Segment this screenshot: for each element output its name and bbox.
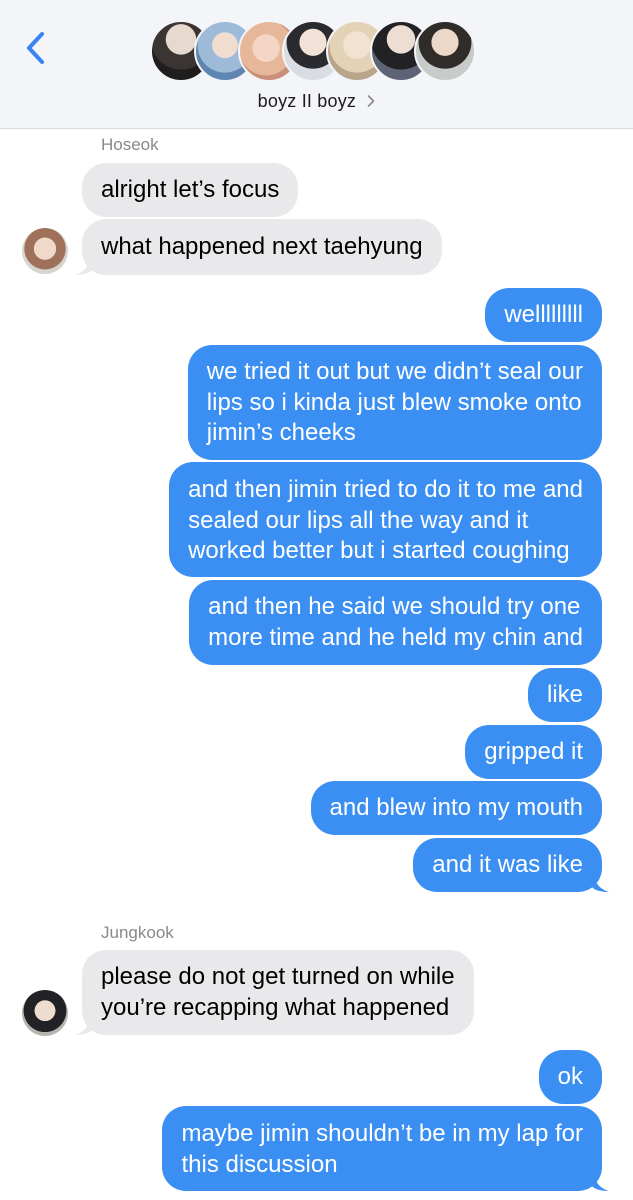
outgoing-message[interactable]: and it was like — [413, 838, 602, 892]
avatar[interactable] — [22, 990, 68, 1036]
chevron-left-icon — [27, 32, 44, 64]
message-text: you’re recapping what happened — [101, 993, 450, 1021]
message-text: we tried it out but we didn’t seal our — [206, 358, 583, 385]
message-text: like — [546, 681, 583, 708]
bubble-tail-icon — [75, 255, 93, 275]
outgoing-message[interactable]: we tried it out but we didn’t seal our l… — [187, 345, 602, 460]
outgoing-message[interactable]: gripped it — [465, 725, 602, 779]
message-text: jimin’s cheeks — [206, 419, 356, 446]
bubble-tail-icon — [75, 1015, 93, 1035]
message-text: more time and he held my chin and — [208, 623, 583, 651]
message-text: gripped it — [484, 738, 583, 765]
group-name: boyz II boyz — [257, 90, 357, 111]
back-button[interactable] — [22, 28, 52, 68]
message-text: ok — [557, 1063, 583, 1090]
outgoing-message[interactable]: and then he said we should try one more … — [189, 580, 602, 665]
message-text: please do not get turned on while — [101, 963, 455, 990]
message-text: and it was like — [432, 851, 583, 878]
message-text: what happened next taehyung — [101, 233, 423, 260]
bubble-tail-icon — [591, 872, 609, 892]
chevron-right-icon — [368, 95, 375, 108]
message-text: and blew into my mouth — [329, 794, 583, 821]
member-avatar — [414, 20, 476, 82]
message-text: alright let’s focus — [101, 176, 280, 203]
incoming-message[interactable]: please do not get turned on while you’re… — [82, 950, 474, 1035]
message-text: sealed our lips all the way and it — [188, 506, 529, 534]
group-name-button[interactable]: boyz II boyz — [0, 90, 633, 112]
incoming-message[interactable]: alright let’s focus — [82, 163, 299, 217]
message-text: and then jimin tried to do it to me and — [188, 476, 583, 503]
outgoing-message[interactable]: and blew into my mouth — [310, 781, 602, 835]
message-text: lips so i kinda just blew smoke onto — [206, 388, 582, 416]
message-text: welllllllll — [504, 301, 583, 328]
outgoing-message[interactable]: welllllllll — [485, 288, 602, 342]
message-text: and then he said we should try one — [208, 593, 581, 620]
chat-header: boyz II boyz — [0, 0, 633, 129]
message-text: worked better but i started coughing — [188, 537, 570, 564]
message-text: this discussion — [181, 1150, 338, 1178]
sender-name: Jungkook — [101, 923, 174, 942]
outgoing-message[interactable]: maybe jimin shouldn’t be in my lap for t… — [162, 1106, 602, 1191]
sender-name: Hoseok — [101, 135, 159, 154]
outgoing-message[interactable]: like — [527, 668, 602, 722]
outgoing-message[interactable]: ok — [538, 1050, 602, 1104]
bubble-tail-icon — [591, 1171, 609, 1191]
message-text: maybe jimin shouldn’t be in my lap for — [181, 1120, 583, 1147]
outgoing-message[interactable]: and then jimin tried to do it to me and … — [169, 462, 602, 577]
incoming-message[interactable]: what happened next taehyung — [82, 219, 442, 275]
avatar[interactable] — [22, 228, 68, 274]
